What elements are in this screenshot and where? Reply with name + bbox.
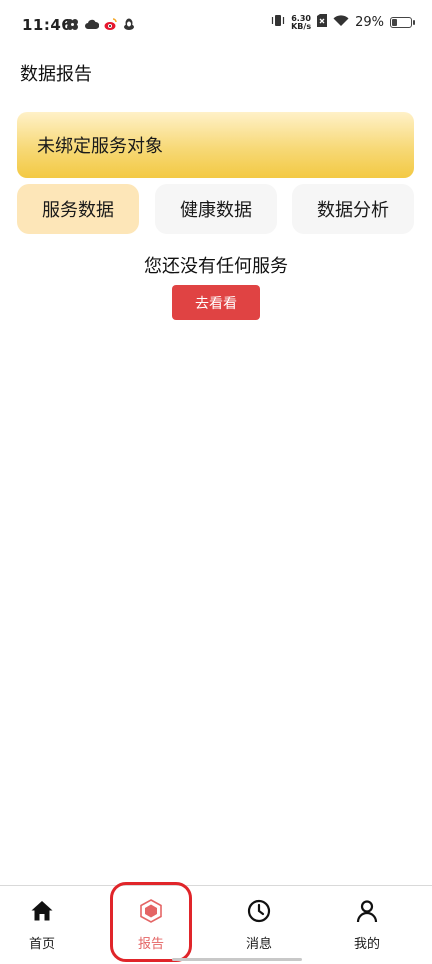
home-icon [30,899,54,923]
vibrate-icon [271,14,285,31]
data-tabs: 服务数据 健康数据 数据分析 [17,184,414,234]
nav-label-report: 报告 [137,937,164,952]
status-right: 6.30 KB/s 29% [271,13,415,31]
nav-label-messages: 消息 [245,937,272,952]
unbound-service-banner[interactable]: 未绑定服务对象 [17,112,414,178]
network-speed: 6.30 KB/s [291,13,312,31]
nav-item-report[interactable]: 报告 [97,886,205,964]
tab-data-analysis[interactable]: 数据分析 [292,184,414,234]
wifi-icon [333,14,349,31]
tab-service-data[interactable]: 服务数据 [17,184,139,234]
report-hexagon-icon [139,899,163,923]
status-bar: 11:46 6.30 KB/s 29% [0,0,432,52]
notification-icons [66,16,136,30]
battery-icon [390,17,415,28]
nav-item-messages[interactable]: 消息 [205,886,313,964]
nav-label-mine: 我的 [353,937,380,952]
empty-state-message: 您还没有任何服务 [144,256,288,277]
battery-percent: 29% [355,15,384,30]
cloud-icon [85,16,100,29]
go-see-button[interactable]: 去看看 [172,285,260,320]
fan-icon [66,16,79,30]
status-time: 11:46 [22,16,73,34]
user-icon [355,899,379,923]
nav-label-home: 首页 [28,937,55,952]
clock-icon [247,899,271,923]
no-sim-icon [317,14,328,31]
home-indicator[interactable] [172,958,302,961]
nav-item-home[interactable]: 首页 [0,886,96,964]
page-title: 数据报告 [20,64,92,85]
weibo-icon [104,16,117,30]
nav-item-mine[interactable]: 我的 [313,886,421,964]
bottom-nav: 首页 报告 消息 我的 [0,885,432,964]
qq-penguin-icon [123,16,136,30]
tab-health-data[interactable]: 健康数据 [155,184,277,234]
